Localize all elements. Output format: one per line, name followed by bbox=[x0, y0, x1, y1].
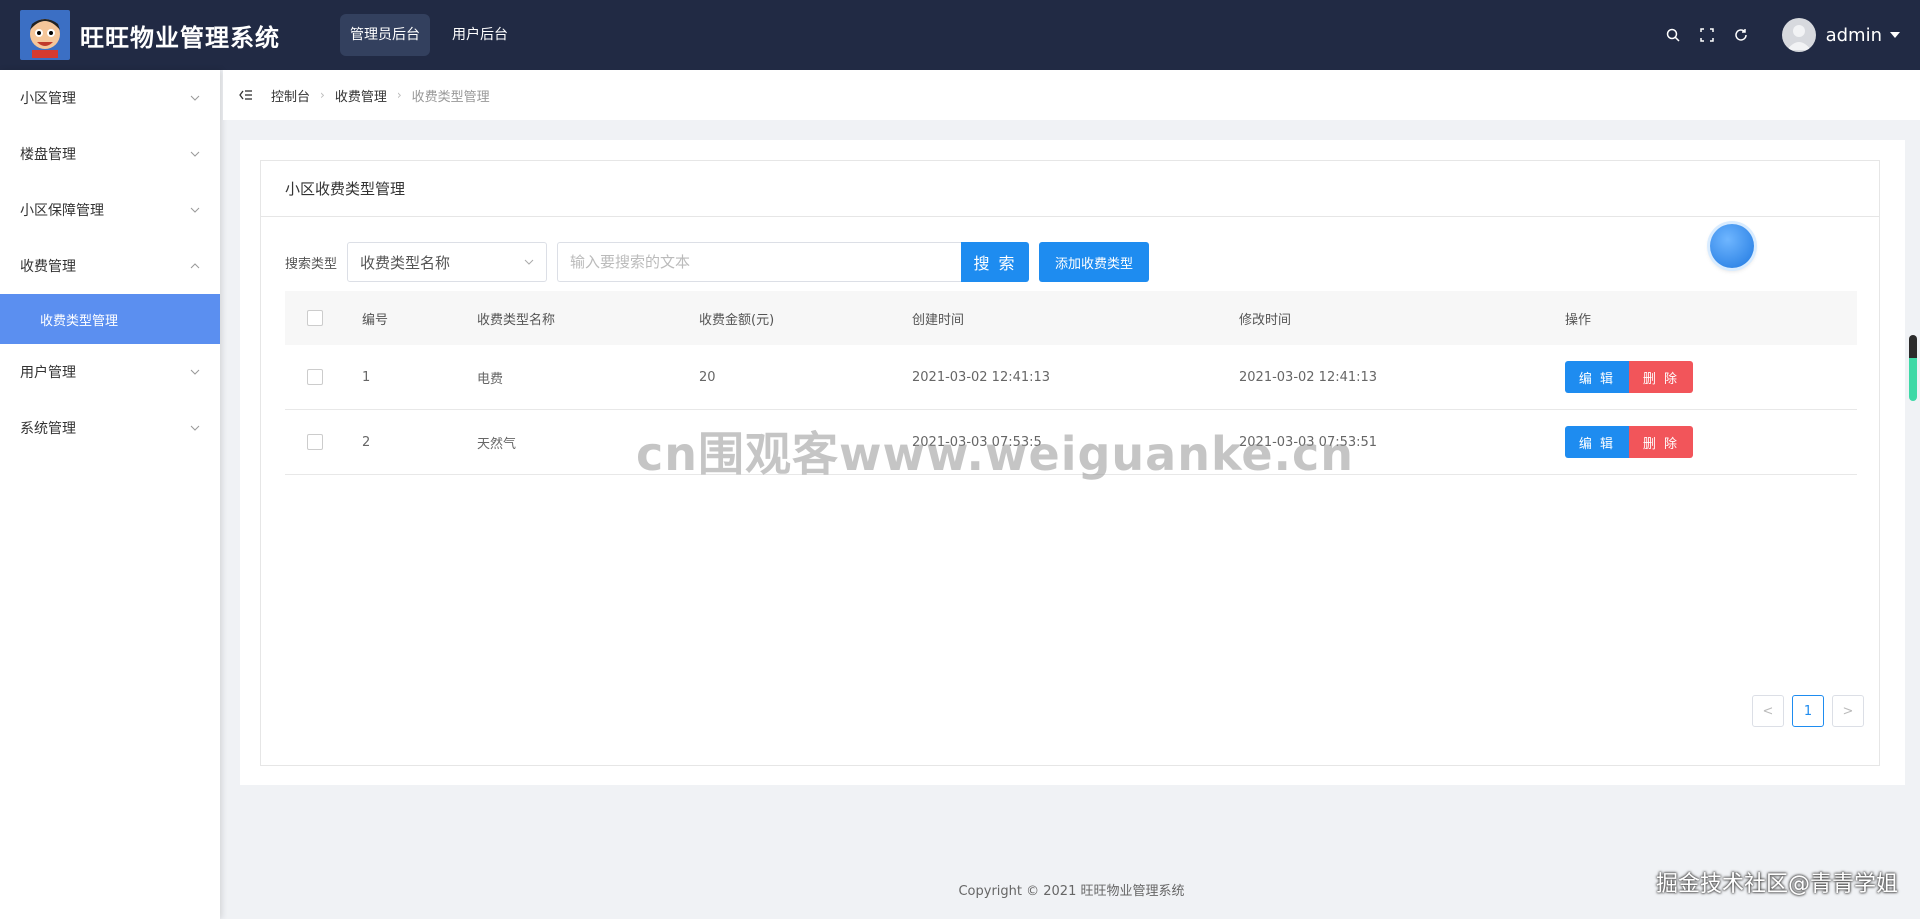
pagination: < 1 > bbox=[1744, 695, 1864, 727]
cell-amount: 20 bbox=[699, 369, 716, 385]
chevron-down-icon[interactable] bbox=[1890, 32, 1900, 38]
search-type-select-value: 收费类型名称 bbox=[360, 253, 451, 272]
sidebar-item-label: 收费管理 bbox=[20, 259, 76, 275]
search-icon[interactable] bbox=[1656, 18, 1690, 52]
prev-page-button[interactable]: < bbox=[1752, 695, 1784, 727]
next-page-button[interactable]: > bbox=[1832, 695, 1864, 727]
app-title: 旺旺物业管理系统 bbox=[80, 23, 280, 52]
search-toolbar: 搜索类型 收费类型名称 搜 索 添加收费类型 bbox=[285, 242, 1150, 282]
search-input[interactable] bbox=[557, 242, 962, 282]
select-all-checkbox[interactable] bbox=[307, 310, 323, 326]
row-checkbox[interactable] bbox=[307, 434, 323, 450]
chevron-down-icon bbox=[190, 151, 200, 157]
column-header-actions: 操作 bbox=[1565, 312, 1592, 328]
page-number-button[interactable]: 1 bbox=[1792, 695, 1824, 727]
add-charge-type-button[interactable]: 添加收费类型 bbox=[1039, 242, 1150, 282]
cell-created: 2021-03-02 12:41:13 bbox=[912, 369, 1051, 385]
sidebar-item-label: 用户管理 bbox=[20, 365, 76, 381]
cell-modified: 2021-03-02 12:41:13 bbox=[1239, 369, 1378, 385]
breadcrumb-dashboard[interactable]: 控制台 bbox=[271, 86, 310, 105]
edit-button[interactable]: 编 辑 bbox=[1565, 361, 1629, 393]
cell-id: 2 bbox=[362, 434, 371, 450]
watermark-text: cn围观客www.weiguanke.cn bbox=[636, 427, 1355, 481]
chevron-up-icon bbox=[190, 263, 200, 269]
breadcrumb-separator-icon: › bbox=[396, 88, 402, 102]
chevron-down-icon bbox=[190, 369, 200, 375]
top-header: 旺旺物业管理系统 管理员后台 用户后台 admin bbox=[0, 0, 1920, 70]
sidebar-item-security[interactable]: 小区保障管理 bbox=[0, 182, 220, 238]
collapse-menu-icon[interactable] bbox=[239, 89, 253, 101]
breadcrumb-separator-icon: › bbox=[320, 88, 325, 102]
column-header-amount: 收费金额(元) bbox=[699, 312, 775, 328]
chevron-down-icon bbox=[190, 207, 200, 213]
chevron-down-icon bbox=[190, 425, 200, 431]
app-logo bbox=[20, 10, 70, 60]
table-row: 1 电费 20 2021-03-02 12:41:13 2021-03-02 1… bbox=[285, 345, 1857, 410]
cell-name: 电费 bbox=[477, 371, 504, 387]
search-button[interactable]: 搜 索 bbox=[961, 242, 1030, 282]
refresh-icon[interactable] bbox=[1724, 18, 1758, 52]
sidebar-item-charge-types[interactable]: 收费类型管理 bbox=[0, 294, 220, 344]
chevron-down-icon bbox=[190, 95, 200, 101]
cell-actions: 编 辑 删 除 bbox=[1565, 426, 1855, 458]
search-type-select[interactable]: 收费类型名称 bbox=[347, 242, 548, 282]
tab-admin-backend[interactable]: 管理员后台 bbox=[340, 14, 430, 56]
delete-button[interactable]: 删 除 bbox=[1629, 361, 1693, 393]
corner-watermark: 掘金技术社区@青青学姐 bbox=[1655, 872, 1898, 897]
sidebar-item-label: 小区保障管理 bbox=[20, 203, 104, 219]
table-header: 编号 收费类型名称 收费金额(元) 创建时间 修改时间 操作 bbox=[285, 291, 1857, 345]
scroll-indicator[interactable] bbox=[1909, 335, 1917, 401]
sidebar-item-users[interactable]: 用户管理 bbox=[0, 344, 220, 400]
sidebar-item-community[interactable]: 小区管理 bbox=[0, 70, 220, 126]
fullscreen-icon[interactable] bbox=[1690, 18, 1724, 52]
floating-assistant-icon[interactable] bbox=[1710, 224, 1754, 268]
breadcrumb-charges[interactable]: 收费管理 bbox=[335, 86, 387, 105]
sidebar-item-label: 楼盘管理 bbox=[20, 147, 76, 163]
cell-id: 1 bbox=[362, 369, 371, 385]
sidebar-item-buildings[interactable]: 楼盘管理 bbox=[0, 126, 220, 182]
sidebar-item-label: 系统管理 bbox=[20, 421, 76, 437]
edit-button[interactable]: 编 辑 bbox=[1565, 426, 1629, 458]
username[interactable]: admin bbox=[1826, 25, 1882, 46]
tab-user-backend[interactable]: 用户后台 bbox=[442, 14, 518, 56]
user-avatar[interactable] bbox=[1781, 18, 1816, 52]
sidebar: 小区管理 楼盘管理 小区保障管理 收费管理 收费类型管理 用户管理 系统管理 bbox=[0, 70, 220, 919]
column-header-modified: 修改时间 bbox=[1239, 312, 1292, 328]
sidebar-item-system[interactable]: 系统管理 bbox=[0, 400, 220, 456]
breadcrumb: 控制台 › 收费管理 › 收费类型管理 bbox=[223, 70, 1920, 120]
breadcrumb-current: 收费类型管理 bbox=[411, 89, 490, 105]
column-header-id: 编号 bbox=[362, 312, 389, 328]
delete-button[interactable]: 删 除 bbox=[1629, 426, 1693, 458]
column-header-created: 创建时间 bbox=[912, 312, 965, 328]
search-type-label: 搜索类型 bbox=[285, 256, 338, 272]
sidebar-item-charges[interactable]: 收费管理 bbox=[0, 238, 220, 294]
panel-title: 小区收费类型管理 bbox=[261, 161, 1879, 217]
cell-actions: 编 辑 删 除 bbox=[1565, 361, 1855, 393]
sidebar-item-label: 小区管理 bbox=[20, 91, 76, 107]
column-header-name: 收费类型名称 bbox=[477, 312, 556, 328]
chevron-down-icon bbox=[524, 259, 534, 265]
row-checkbox[interactable] bbox=[307, 369, 323, 385]
